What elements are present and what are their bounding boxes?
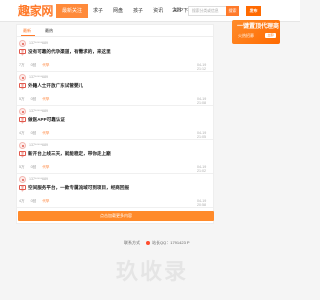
comment-count: 0回 [30, 63, 37, 67]
post-title[interactable]: 做医APP可靠认证 [28, 116, 65, 123]
user-name: 137*****689 [29, 143, 48, 147]
banner-title: 一键置顶代理商 [237, 24, 280, 30]
nav-item-qiuzi[interactable]: 求子 [88, 4, 108, 18]
nav-item-wangpan[interactable]: 网盘 [108, 4, 128, 18]
view-count: 7万 [19, 63, 25, 67]
post-list-panel: 最新 最热 137*****689 求子 没有可靠的代孕渠道，有需求的，来这里 … [16, 24, 214, 224]
user-avatar-icon [19, 108, 26, 115]
promo-banner[interactable]: 一键置顶代理商 火热招募 立即 [232, 20, 280, 44]
post-title[interactable]: 没有可靠的代孕渠道，有需求的，来这里 [28, 48, 111, 55]
footer-qq-link[interactable]: 站长QQ：1791423 P [152, 240, 190, 245]
qq-icon [146, 240, 150, 245]
post-tag[interactable]: 代孕 [42, 131, 49, 135]
list-item[interactable]: 137*****689 求子 没有可靠的代孕渠道，有需求的，来这里 7万 0回 代孕… [17, 38, 213, 72]
user-name: 137*****689 [29, 75, 48, 79]
list-item[interactable]: 137*****689 求子 空间服务平台，一款专属流域可到项目，经商回报 4万… [17, 174, 213, 208]
post-date: 04-19 21:05 [197, 131, 207, 139]
post-meta: 7万 0回 代孕 [19, 63, 55, 67]
post-title[interactable]: 空间服务平台，一款专属流域可到项目，经商回报 [28, 184, 129, 191]
post-meta: 5万 0回 代孕 [19, 165, 55, 169]
list-item[interactable]: 137*****689 求子 做医APP可靠认证 4万 0回 代孕 04-19 21… [17, 106, 213, 140]
banner-cta-button[interactable]: 立即 [265, 33, 276, 38]
post-tag[interactable]: 代孕 [42, 63, 49, 67]
top-navigation-bar: 趣家网 最新关注 求子 网盘 孩子 资讯 APP下载 全国 搜索分类或信息 搜索… [0, 0, 300, 22]
post-title[interactable]: 新开台上线三天，就能稳定，带你走上巅 [28, 150, 111, 157]
post-date: 04-19 20:58 [197, 199, 207, 207]
footer: 联系方式 站长QQ：1791423 P [124, 240, 190, 246]
list-item[interactable]: 137*****689 求子 外籍人士开放广东试管婴儿 5万 0回 代孕 04-19… [17, 72, 213, 106]
site-logo[interactable]: 趣家网 [18, 4, 53, 18]
post-title[interactable]: 外籍人士开放广东试管婴儿 [28, 82, 83, 89]
nav-item-children[interactable]: 孩子 [128, 4, 148, 18]
banner-subtitle: 火热招募 [238, 33, 254, 38]
footer-contact-link[interactable]: 联系方式 [124, 240, 140, 245]
post-meta: 4万 0回 代孕 [19, 199, 55, 203]
nav-item-news[interactable]: 资讯 [148, 4, 168, 18]
list-item[interactable]: 137*****689 求子 新开台上线三天，就能稳定，带你走上巅 5万 0回 代孕… [17, 140, 213, 174]
search-input[interactable]: 搜索分类或信息 [188, 6, 228, 16]
comment-count: 0回 [30, 97, 37, 101]
category-badge: 求子 [19, 185, 26, 192]
post-date: 04-19 21:08 [197, 97, 207, 105]
view-count: 5万 [19, 97, 25, 101]
user-avatar-icon [19, 74, 26, 81]
active-tab-indicator [21, 35, 35, 36]
post-meta: 5万 0回 代孕 [19, 97, 55, 101]
publish-button[interactable]: 发布 [246, 6, 261, 16]
load-more-button[interactable]: 点击加载更多内容 [18, 211, 214, 221]
post-tag[interactable]: 代孕 [42, 97, 49, 101]
post-date: 04-19 21:12 [197, 63, 207, 71]
search-button[interactable]: 搜索 [226, 6, 239, 16]
user-name: 137*****689 [29, 41, 48, 45]
city-selector[interactable]: 全国 [172, 7, 181, 13]
watermark-text: 玖收录 [116, 259, 189, 284]
list-tabs: 最新 最热 [17, 25, 213, 37]
tab-hottest[interactable]: 最热 [45, 27, 53, 35]
category-badge: 求子 [19, 117, 26, 124]
user-avatar-icon [19, 142, 26, 149]
comment-count: 0回 [30, 131, 37, 135]
user-name: 137*****689 [29, 109, 48, 113]
post-meta: 4万 0回 代孕 [19, 131, 55, 135]
user-name: 137*****689 [29, 177, 48, 181]
comment-count: 0回 [30, 199, 37, 203]
post-tag[interactable]: 代孕 [42, 199, 49, 203]
category-badge: 求子 [19, 49, 26, 56]
post-tag[interactable]: 代孕 [42, 165, 49, 169]
user-avatar-icon [19, 40, 26, 47]
category-badge: 求子 [19, 83, 26, 90]
category-badge: 求子 [19, 151, 26, 158]
comment-count: 0回 [30, 165, 37, 169]
post-date: 04-19 21:02 [197, 165, 207, 173]
view-count: 4万 [19, 199, 25, 203]
view-count: 4万 [19, 131, 25, 135]
view-count: 5万 [19, 165, 25, 169]
nav-item-latest[interactable]: 最新关注 [56, 4, 89, 18]
tab-latest[interactable]: 最新 [23, 27, 31, 35]
user-avatar-icon [19, 176, 26, 183]
